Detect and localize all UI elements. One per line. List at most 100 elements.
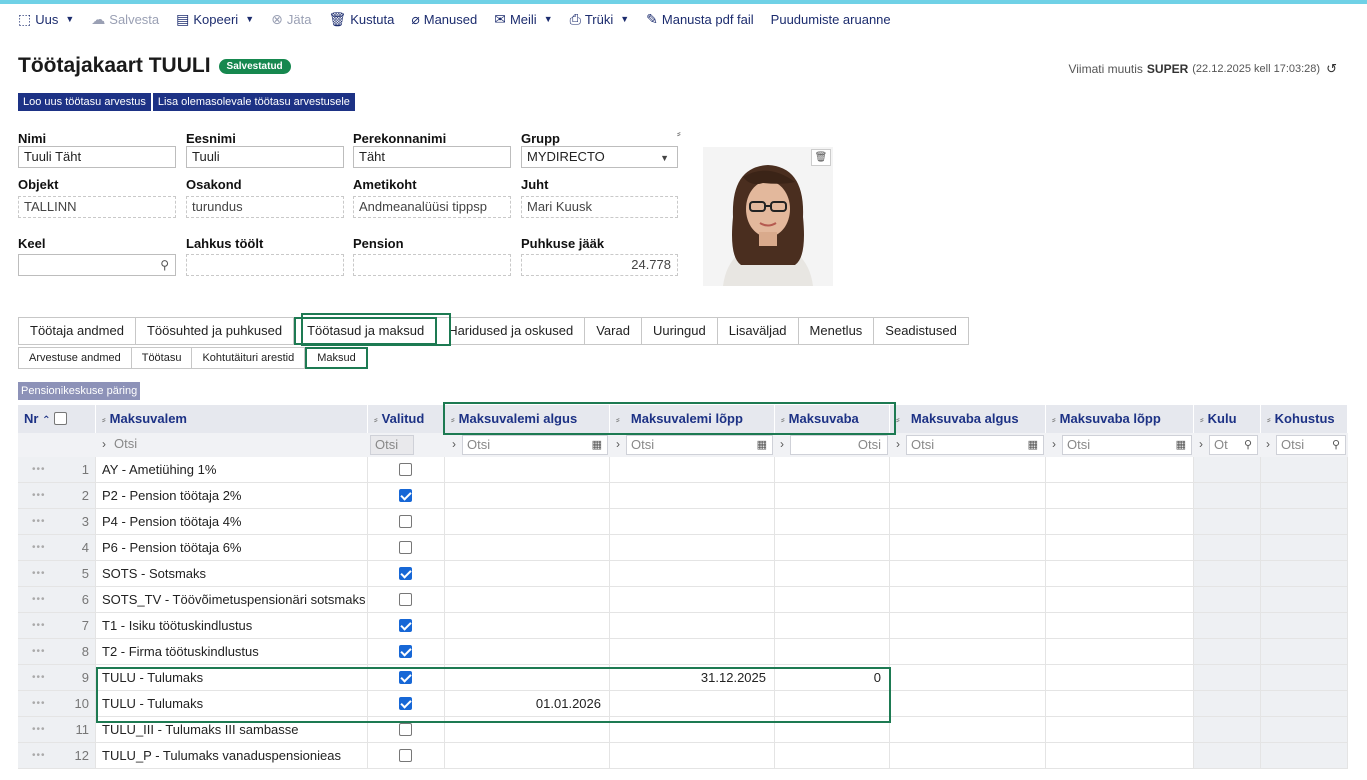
- expense-cell[interactable]: [1194, 587, 1261, 613]
- group-select[interactable]: MYDIRECTO ▼: [521, 146, 678, 168]
- filter-expense[interactable]: Ot ⚲: [1209, 435, 1258, 455]
- tax-free-end-cell[interactable]: [1046, 665, 1194, 691]
- absence-report-button[interactable]: Puudumiste aruanne: [771, 12, 891, 27]
- selected-checkbox[interactable]: [399, 541, 412, 555]
- tax-free-cell[interactable]: [775, 743, 890, 769]
- tab-employment[interactable]: Töösuhted ja puhkused: [135, 317, 295, 345]
- selected-cell[interactable]: [368, 743, 445, 769]
- history-icon[interactable]: ↺: [1326, 61, 1337, 77]
- row-menu-icon[interactable]: •••: [32, 639, 46, 664]
- formula-start-cell[interactable]: [445, 509, 610, 535]
- tax-free-start-cell[interactable]: [890, 457, 1046, 483]
- subtab-calculation[interactable]: Arvestuse andmed: [18, 347, 132, 369]
- formula-end-cell[interactable]: [610, 561, 775, 587]
- col-formula-end[interactable]: ⸗ Maksuvalemi lõpp: [610, 405, 775, 433]
- filter-formula-start[interactable]: Otsi ▦: [462, 435, 608, 455]
- formula-start-cell[interactable]: [445, 613, 610, 639]
- selected-checkbox[interactable]: [399, 619, 412, 633]
- selected-cell[interactable]: [368, 613, 445, 639]
- formula-cell[interactable]: T1 - Isiku töötuskindlustus: [96, 613, 368, 639]
- col-tax-free[interactable]: ⸗ Maksuvaba: [775, 405, 890, 433]
- tax-free-start-cell[interactable]: [890, 743, 1046, 769]
- department-field[interactable]: turundus: [186, 196, 344, 218]
- cancel-button[interactable]: ⊗ Jäta: [271, 11, 311, 28]
- tax-free-start-cell[interactable]: [890, 613, 1046, 639]
- selected-cell[interactable]: [368, 483, 445, 509]
- table-row[interactable]: ••• 5 SOTS - Sotsmaks: [18, 561, 1348, 587]
- tax-free-end-cell[interactable]: [1046, 561, 1194, 587]
- expense-cell[interactable]: [1194, 639, 1261, 665]
- tax-free-end-cell[interactable]: [1046, 691, 1194, 717]
- selected-checkbox[interactable]: [399, 489, 412, 503]
- selected-cell[interactable]: [368, 691, 445, 717]
- new-payroll-button[interactable]: Loo uus töötasu arvestus: [18, 93, 151, 111]
- filter-tax-free-end[interactable]: Otsi ▦: [1062, 435, 1192, 455]
- liability-cell[interactable]: [1261, 509, 1348, 535]
- selected-checkbox[interactable]: [399, 723, 412, 737]
- expense-cell[interactable]: [1194, 535, 1261, 561]
- formula-end-cell[interactable]: [610, 613, 775, 639]
- tax-free-start-cell[interactable]: [890, 717, 1046, 743]
- tab-extra-fields[interactable]: Lisaväljad: [717, 317, 799, 345]
- filter-formula[interactable]: Otsi: [110, 435, 366, 455]
- tax-free-start-cell[interactable]: [890, 483, 1046, 509]
- tax-free-start-cell[interactable]: [890, 561, 1046, 587]
- expense-cell[interactable]: [1194, 483, 1261, 509]
- col-formula[interactable]: ⸗ Maksuvalem: [96, 405, 368, 433]
- tax-free-cell[interactable]: [775, 483, 890, 509]
- liability-cell[interactable]: [1261, 561, 1348, 587]
- liability-cell[interactable]: [1261, 717, 1348, 743]
- selected-checkbox[interactable]: [399, 515, 412, 529]
- table-row[interactable]: ••• 3 P4 - Pension töötaja 4%: [18, 509, 1348, 535]
- table-row[interactable]: ••• 12 TULU_P - Tulumaks vanaduspensioniea…: [18, 743, 1348, 769]
- tax-free-cell[interactable]: [775, 535, 890, 561]
- formula-end-cell[interactable]: [610, 483, 775, 509]
- filter-formula-end[interactable]: Otsi ▦: [626, 435, 773, 455]
- expense-cell[interactable]: [1194, 691, 1261, 717]
- object-field[interactable]: TALLINN: [18, 196, 176, 218]
- selected-cell[interactable]: [368, 457, 445, 483]
- expense-cell[interactable]: [1194, 509, 1261, 535]
- search-icon[interactable]: ⚲: [1244, 436, 1252, 454]
- selected-checkbox[interactable]: [399, 671, 412, 685]
- row-menu-icon[interactable]: •••: [32, 483, 46, 508]
- formula-start-cell[interactable]: [445, 587, 610, 613]
- tax-free-end-cell[interactable]: [1046, 509, 1194, 535]
- selected-cell[interactable]: [368, 509, 445, 535]
- row-menu-icon[interactable]: •••: [32, 691, 46, 716]
- selected-cell[interactable]: [368, 665, 445, 691]
- col-nr[interactable]: Nr ⌃: [18, 405, 96, 433]
- tax-free-cell[interactable]: [775, 639, 890, 665]
- tax-free-end-cell[interactable]: [1046, 535, 1194, 561]
- calendar-icon[interactable]: ▦: [1028, 436, 1038, 454]
- firstname-field[interactable]: Tuuli: [186, 146, 344, 168]
- col-selected[interactable]: ⸗ Valitud: [368, 405, 445, 433]
- calendar-icon[interactable]: ▦: [592, 436, 602, 454]
- liability-cell[interactable]: [1261, 639, 1348, 665]
- row-menu-icon[interactable]: •••: [32, 457, 46, 482]
- pension-field[interactable]: [353, 254, 511, 276]
- leaving-field[interactable]: [186, 254, 344, 276]
- formula-cell[interactable]: AY - Ametiühing 1%: [96, 457, 368, 483]
- filter-tax-free-start[interactable]: Otsi ▦: [906, 435, 1044, 455]
- mail-button[interactable]: ✉ Meili ▼: [494, 11, 552, 28]
- table-row[interactable]: ••• 7 T1 - Isiku töötuskindlustus: [18, 613, 1348, 639]
- formula-start-cell[interactable]: 01.01.2026: [445, 691, 610, 717]
- row-menu-icon[interactable]: •••: [32, 509, 46, 534]
- expense-cell[interactable]: [1194, 665, 1261, 691]
- selected-cell[interactable]: [368, 561, 445, 587]
- tax-free-end-cell[interactable]: [1046, 639, 1194, 665]
- subtab-salary[interactable]: Töötasu: [131, 347, 193, 369]
- tax-free-end-cell[interactable]: [1046, 613, 1194, 639]
- formula-cell[interactable]: SOTS_TV - Töövõimetuspensionäri sotsmaks: [96, 587, 368, 613]
- formula-end-cell[interactable]: [610, 587, 775, 613]
- calendar-icon[interactable]: ▦: [757, 436, 767, 454]
- wrench-icon[interactable]: ⸗: [677, 128, 681, 140]
- tab-salaries-taxes[interactable]: Töötasud ja maksud: [294, 317, 438, 345]
- formula-end-cell[interactable]: [610, 535, 775, 561]
- selected-cell[interactable]: [368, 717, 445, 743]
- row-menu-icon[interactable]: •••: [32, 587, 46, 612]
- tax-free-end-cell[interactable]: [1046, 743, 1194, 769]
- name-field[interactable]: Tuuli Täht: [18, 146, 176, 168]
- table-row[interactable]: ••• 6 SOTS_TV - Töövõimetuspensionäri sots…: [18, 587, 1348, 613]
